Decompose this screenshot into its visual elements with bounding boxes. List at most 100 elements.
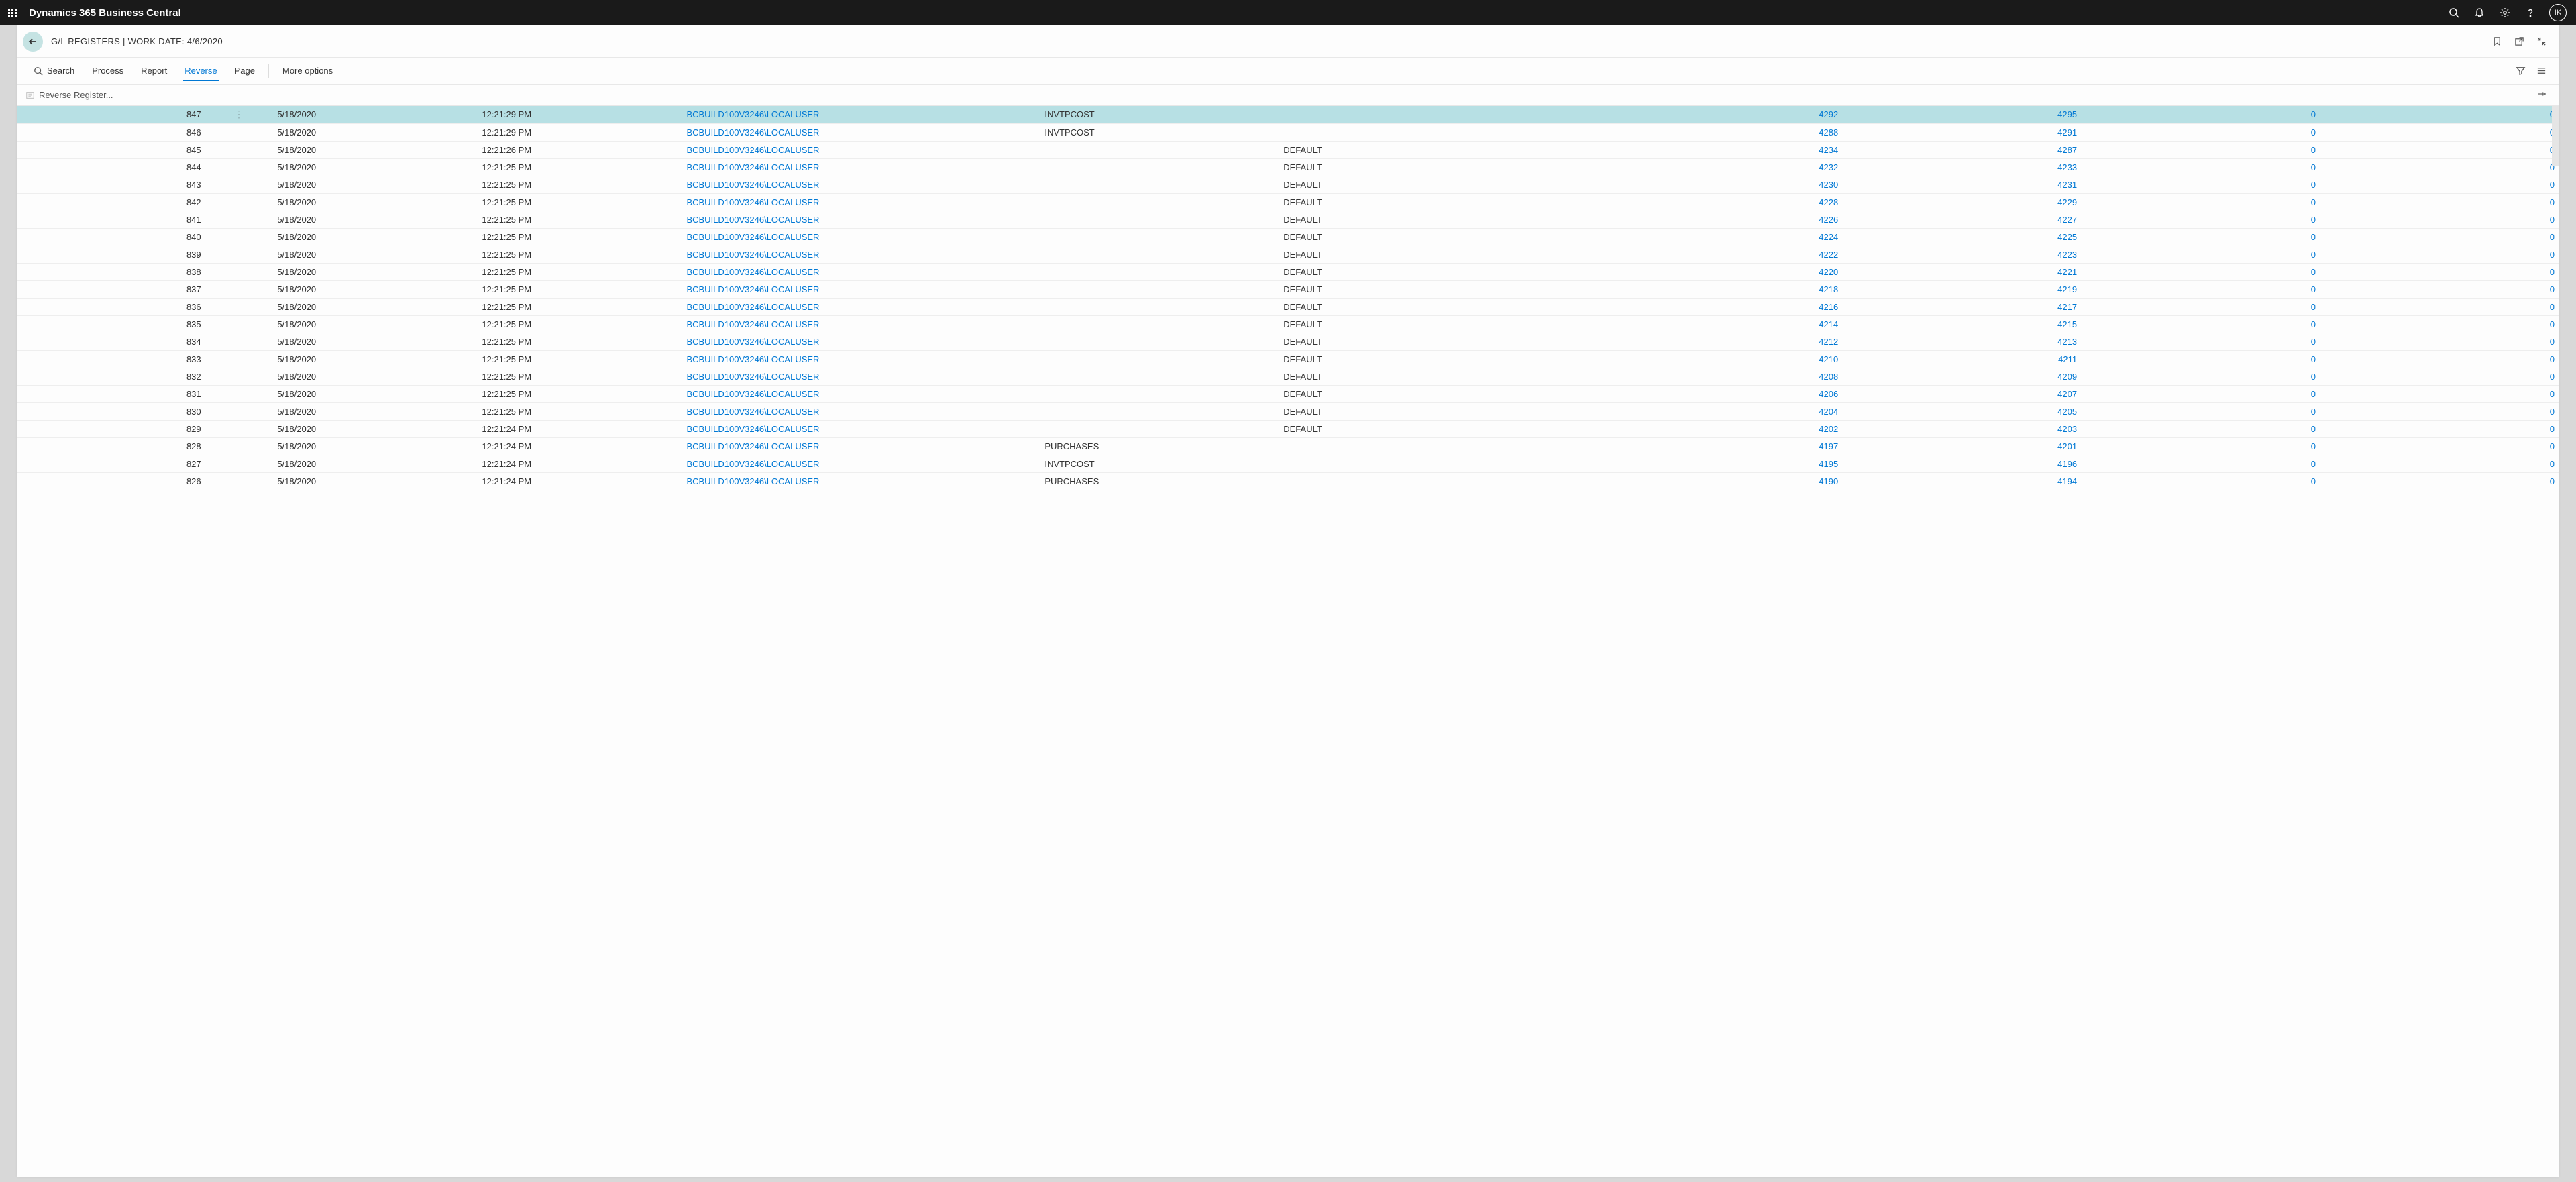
cell-to-entry-link[interactable]: 4223 (1842, 246, 2081, 263)
table-row[interactable]: 8365/18/202012:21:25 PMBCBUILD100V3246\L… (17, 298, 2559, 315)
cell-row-menu[interactable] (205, 350, 274, 368)
cell-to-entry-link[interactable]: 4201 (1842, 437, 2081, 455)
cell-user-link[interactable]: BCBUILD100V3246\LOCALUSER (682, 298, 1040, 315)
help-icon[interactable] (2524, 6, 2537, 19)
cell-from-entry-link[interactable]: 4197 (1569, 437, 1842, 455)
cell-value-2[interactable]: 0 (2320, 176, 2559, 193)
cell-user-link[interactable]: BCBUILD100V3246\LOCALUSER (682, 333, 1040, 350)
cell-from-entry-link[interactable]: 4210 (1569, 350, 1842, 368)
cell-to-entry-link[interactable]: 4194 (1842, 472, 2081, 490)
cell-value-1[interactable]: 0 (2081, 472, 2320, 490)
cell-user-link[interactable]: BCBUILD100V3246\LOCALUSER (682, 158, 1040, 176)
cell-value-2[interactable]: 0 (2320, 141, 2559, 158)
cell-to-entry-link[interactable]: 4205 (1842, 402, 2081, 420)
cell-value-2[interactable]: 0 (2320, 263, 2559, 280)
cell-to-entry-link[interactable]: 4225 (1842, 228, 2081, 246)
app-launcher-icon[interactable] (5, 6, 19, 20)
list-view-icon[interactable] (2536, 66, 2546, 76)
cell-user-link[interactable]: BCBUILD100V3246\LOCALUSER (682, 141, 1040, 158)
cell-to-entry-link[interactable]: 4196 (1842, 455, 2081, 472)
cell-value-1[interactable]: 0 (2081, 298, 2320, 315)
cell-from-entry-link[interactable]: 4206 (1569, 385, 1842, 402)
table-row[interactable]: 847⋮5/18/202012:21:29 PMBCBUILD100V3246\… (17, 106, 2559, 123)
settings-icon[interactable] (2498, 6, 2512, 19)
cell-user-link[interactable]: BCBUILD100V3246\LOCALUSER (682, 402, 1040, 420)
cell-to-entry-link[interactable]: 4213 (1842, 333, 2081, 350)
cell-from-entry-link[interactable]: 4216 (1569, 298, 1842, 315)
cell-to-entry-link[interactable]: 4291 (1842, 123, 2081, 141)
cell-row-menu[interactable] (205, 437, 274, 455)
cell-row-menu[interactable] (205, 333, 274, 350)
notifications-icon[interactable] (2473, 6, 2486, 19)
cell-value-2[interactable]: 0 (2320, 420, 2559, 437)
table-row[interactable]: 8385/18/202012:21:25 PMBCBUILD100V3246\L… (17, 263, 2559, 280)
user-avatar[interactable]: IK (2549, 4, 2567, 21)
cell-to-entry-link[interactable]: 4233 (1842, 158, 2081, 176)
table-row[interactable]: 8265/18/202012:21:24 PMBCBUILD100V3246\L… (17, 472, 2559, 490)
cell-row-menu[interactable] (205, 193, 274, 211)
cell-from-entry-link[interactable]: 4222 (1569, 246, 1842, 263)
action-process[interactable]: Process (84, 62, 131, 80)
cell-row-menu[interactable] (205, 315, 274, 333)
cell-value-1[interactable]: 0 (2081, 315, 2320, 333)
table-row[interactable]: 8355/18/202012:21:25 PMBCBUILD100V3246\L… (17, 315, 2559, 333)
cell-value-2[interactable]: 0 (2320, 193, 2559, 211)
cell-from-entry-link[interactable]: 4190 (1569, 472, 1842, 490)
cell-user-link[interactable]: BCBUILD100V3246\LOCALUSER (682, 437, 1040, 455)
cell-to-entry-link[interactable]: 4227 (1842, 211, 2081, 228)
cell-from-entry-link[interactable]: 4212 (1569, 333, 1842, 350)
cell-user-link[interactable]: BCBUILD100V3246\LOCALUSER (682, 228, 1040, 246)
cell-value-1[interactable]: 0 (2081, 402, 2320, 420)
cell-from-entry-link[interactable]: 4292 (1569, 106, 1842, 123)
table-row[interactable]: 8455/18/202012:21:26 PMBCBUILD100V3246\L… (17, 141, 2559, 158)
cell-value-2[interactable]: 0 (2320, 350, 2559, 368)
table-row[interactable]: 8425/18/202012:21:25 PMBCBUILD100V3246\L… (17, 193, 2559, 211)
table-row[interactable]: 8465/18/202012:21:29 PMBCBUILD100V3246\L… (17, 123, 2559, 141)
cell-row-menu[interactable] (205, 123, 274, 141)
cell-to-entry-link[interactable]: 4231 (1842, 176, 2081, 193)
table-row[interactable]: 8295/18/202012:21:24 PMBCBUILD100V3246\L… (17, 420, 2559, 437)
cell-value-2[interactable]: 0 (2320, 472, 2559, 490)
cell-row-menu[interactable] (205, 385, 274, 402)
action-page[interactable]: Page (227, 62, 263, 80)
cell-from-entry-link[interactable]: 4228 (1569, 193, 1842, 211)
cell-from-entry-link[interactable]: 4195 (1569, 455, 1842, 472)
cell-user-link[interactable]: BCBUILD100V3246\LOCALUSER (682, 176, 1040, 193)
cell-value-1[interactable]: 0 (2081, 106, 2320, 123)
cell-user-link[interactable]: BCBUILD100V3246\LOCALUSER (682, 211, 1040, 228)
cell-value-2[interactable]: 0 (2320, 280, 2559, 298)
cell-row-menu[interactable] (205, 280, 274, 298)
cell-user-link[interactable]: BCBUILD100V3246\LOCALUSER (682, 368, 1040, 385)
cell-to-entry-link[interactable]: 4221 (1842, 263, 2081, 280)
cell-user-link[interactable]: BCBUILD100V3246\LOCALUSER (682, 315, 1040, 333)
cell-row-menu[interactable] (205, 368, 274, 385)
more-vertical-icon[interactable]: ⋮ (234, 109, 244, 119)
cell-user-link[interactable]: BCBUILD100V3246\LOCALUSER (682, 193, 1040, 211)
cell-value-2[interactable]: 0 (2320, 402, 2559, 420)
cell-value-1[interactable]: 0 (2081, 420, 2320, 437)
cell-value-1[interactable]: 0 (2081, 141, 2320, 158)
cell-to-entry-link[interactable]: 4295 (1842, 106, 2081, 123)
cell-user-link[interactable]: BCBUILD100V3246\LOCALUSER (682, 106, 1040, 123)
cell-value-1[interactable]: 0 (2081, 385, 2320, 402)
cell-from-entry-link[interactable]: 4208 (1569, 368, 1842, 385)
table-row[interactable]: 8405/18/202012:21:25 PMBCBUILD100V3246\L… (17, 228, 2559, 246)
cell-from-entry-link[interactable]: 4234 (1569, 141, 1842, 158)
cell-from-entry-link[interactable]: 4220 (1569, 263, 1842, 280)
table-row[interactable]: 8325/18/202012:21:25 PMBCBUILD100V3246\L… (17, 368, 2559, 385)
cell-value-1[interactable]: 0 (2081, 158, 2320, 176)
cell-value-2[interactable]: 0 (2320, 123, 2559, 141)
cell-value-1[interactable]: 0 (2081, 350, 2320, 368)
cell-value-2[interactable]: 0 (2320, 315, 2559, 333)
cell-row-menu[interactable] (205, 420, 274, 437)
cell-value-2[interactable]: 0 (2320, 385, 2559, 402)
cell-value-1[interactable]: 0 (2081, 246, 2320, 263)
table-row[interactable]: 8395/18/202012:21:25 PMBCBUILD100V3246\L… (17, 246, 2559, 263)
cell-user-link[interactable]: BCBUILD100V3246\LOCALUSER (682, 420, 1040, 437)
collapse-icon[interactable] (2536, 36, 2546, 46)
cell-value-1[interactable]: 0 (2081, 211, 2320, 228)
pin-button[interactable] (2537, 89, 2546, 101)
cell-row-menu[interactable] (205, 176, 274, 193)
cell-value-1[interactable]: 0 (2081, 193, 2320, 211)
cell-row-menu[interactable] (205, 228, 274, 246)
